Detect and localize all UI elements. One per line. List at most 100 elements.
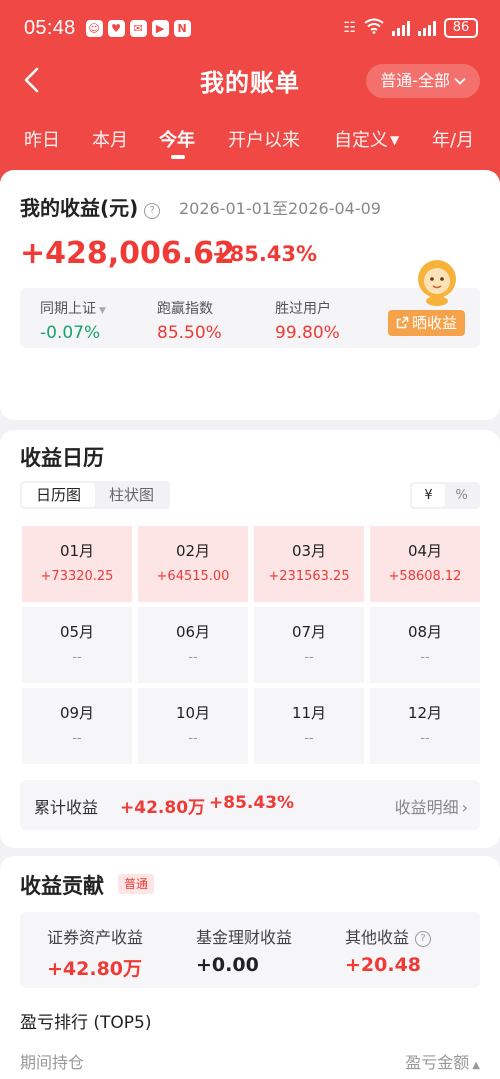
stat-sse-index[interactable]: 同期上证 ▼ -0.07% <box>40 298 106 343</box>
month-cell[interactable]: 03月 +231563.25 <box>254 526 364 602</box>
contrib-funds-label: 基金理财收益 <box>196 928 293 947</box>
chevron-right-icon: › <box>461 798 468 817</box>
month-cell[interactable]: 12月 -- <box>370 688 480 764</box>
stat-beat-index: 跑赢指数 85.50% <box>157 298 222 343</box>
sort-icon: ▲ <box>472 1060 480 1071</box>
vibrate-icon: ☷ <box>343 20 356 36</box>
wifi-icon <box>364 18 384 38</box>
benchmark-stats: 同期上证 ▼ -0.07% 跑赢指数 85.50% 胜过用户 99.80% 晒收益 <box>20 288 480 348</box>
help-icon[interactable]: ? <box>144 203 161 219</box>
view-calendar-tab[interactable]: 日历图 <box>22 483 95 507</box>
month-income: -- <box>304 650 314 665</box>
lion-mascot-icon <box>418 260 456 306</box>
wechat-icon: ✉ <box>129 19 147 37</box>
month-label: 10月 <box>175 704 211 722</box>
month-cell[interactable]: 07月 -- <box>254 607 364 683</box>
month-income: -- <box>188 650 198 665</box>
status-time: 05:48 <box>24 16 76 39</box>
ranking-title: 盈亏排行 (TOP5) <box>20 1013 152 1033</box>
view-bar-tab[interactable]: 柱状图 <box>95 483 168 507</box>
header: 05:48 ☺ ♥ ✉ ▶ N ☷ 86 我的账单 普通-全部 昨日 本月 今年… <box>0 0 500 185</box>
back-arrow-icon[interactable] <box>18 64 48 96</box>
ranking-col-amount-label: 盈亏金额 <box>405 1053 470 1072</box>
help-icon[interactable]: ? <box>415 931 432 947</box>
unit-yuan-tab[interactable]: ¥ <box>412 484 445 507</box>
month-label: 05月 <box>59 623 95 641</box>
caret-down-icon: ▼ <box>99 306 106 316</box>
nfc-icon: N <box>173 19 191 37</box>
month-cell[interactable]: 02月 +64515.00 <box>138 526 248 602</box>
income-title-text: 我的收益(元) <box>20 196 139 220</box>
tab-this-year[interactable]: 今年 <box>159 126 195 152</box>
account-filter-dropdown[interactable]: 普通-全部 <box>366 64 480 98</box>
contrib-other-label: 其他收益? <box>345 924 432 948</box>
caret-down-icon: ▼ <box>390 133 400 147</box>
notification-app-icon: ▶ <box>151 19 169 37</box>
cumulative-amount: +42.80万 <box>120 798 206 818</box>
account-type-badge: 普通 <box>118 874 155 894</box>
month-cell[interactable]: 01月 +73320.25 <box>22 526 132 602</box>
tab-since-opening[interactable]: 开户以来 <box>228 126 300 152</box>
contrib-other: 其他收益? +20.48 <box>345 924 432 976</box>
month-cell[interactable]: 10月 -- <box>138 688 248 764</box>
status-indicators: ☷ 86 <box>343 18 478 38</box>
cumulative-income-bar: 累计收益 +42.80万 +85.43% 收益明细 › <box>20 780 480 830</box>
month-income: +73320.25 <box>40 569 114 584</box>
month-cell[interactable]: 04月 +58608.12 <box>370 526 480 602</box>
date-range: 2026-01-01至2026-04-09 <box>179 199 381 218</box>
share-income-label: 晒收益 <box>411 314 457 332</box>
chevron-down-icon <box>454 77 466 85</box>
month-income: -- <box>72 650 82 665</box>
stat-beat-index-value: 85.50% <box>157 323 222 343</box>
notification-app-icon: ♥ <box>107 19 125 37</box>
contrib-other-value: +20.48 <box>345 954 422 976</box>
signal-icon <box>418 20 436 36</box>
contrib-other-label-text: 其他收益 <box>345 928 410 947</box>
period-tabs: 昨日 本月 今年 开户以来 自定义 ▼ 年/月 <box>0 118 500 164</box>
income-contribution-card: 收益贡献 普通 证券资产收益 +42.80万 基金理财收益 +0.00 其他收益… <box>0 856 500 1079</box>
stat-beat-users: 胜过用户 99.80% <box>275 298 340 343</box>
contribution-breakdown: 证券资产收益 +42.80万 基金理财收益 +0.00 其他收益? +20.48 <box>20 912 480 988</box>
tab-custom[interactable]: 自定义 ▼ <box>334 126 399 152</box>
signal-icon <box>392 20 410 36</box>
account-filter-label: 普通-全部 <box>380 71 450 90</box>
cumulative-label: 累计收益 <box>34 798 99 817</box>
stat-beat-users-value: 99.80% <box>275 323 340 343</box>
contrib-funds-value: +0.00 <box>196 954 259 976</box>
income-calendar-card: 收益日历 日历图 柱状图 ¥ % 01月 +73320.25 02月 +64515.0… <box>0 430 500 848</box>
month-label: 12月 <box>407 704 443 722</box>
status-app-icons: ☺ ♥ ✉ ▶ N <box>85 19 191 37</box>
month-cell[interactable]: 09月 -- <box>22 688 132 764</box>
month-label: 11月 <box>291 704 327 722</box>
month-income: -- <box>420 731 430 746</box>
cumulative-rate: +85.43% <box>209 793 295 813</box>
tab-year-month[interactable]: 年/月 <box>432 126 474 152</box>
month-label: 03月 <box>291 542 327 560</box>
income-detail-link[interactable]: 收益明细 › <box>395 794 468 818</box>
month-income: +64515.00 <box>156 569 230 584</box>
tab-yesterday[interactable]: 昨日 <box>24 126 60 152</box>
share-income-button[interactable]: 晒收益 <box>387 310 465 336</box>
month-label: 04月 <box>407 542 443 560</box>
contrib-securities-value: +42.80万 <box>47 958 143 980</box>
contrib-securities: 证券资产收益 +42.80万 <box>47 924 143 981</box>
month-income: -- <box>72 731 82 746</box>
tab-this-month[interactable]: 本月 <box>92 126 128 152</box>
month-cell[interactable]: 08月 -- <box>370 607 480 683</box>
month-cell[interactable]: 11月 -- <box>254 688 364 764</box>
stat-beat-users-label: 胜过用户 <box>275 301 331 317</box>
status-bar: 05:48 ☺ ♥ ✉ ▶ N ☷ 86 <box>0 0 500 56</box>
month-label: 08月 <box>407 623 443 641</box>
total-income-rate: +85.43% <box>212 242 318 266</box>
unit-toggle: ¥ % <box>410 482 480 509</box>
month-label: 06月 <box>175 623 211 641</box>
ranking-col-amount[interactable]: 盈亏金额 ▲ <box>405 1049 480 1073</box>
tab-custom-label: 自定义 <box>334 130 388 151</box>
month-cell[interactable]: 05月 -- <box>22 607 132 683</box>
stat-beat-index-label: 跑赢指数 <box>157 301 213 317</box>
month-cell[interactable]: 06月 -- <box>138 607 248 683</box>
stat-sse-label: 同期上证 ▼ <box>40 298 106 318</box>
total-income-amount: +428,006.62 <box>20 236 235 271</box>
unit-percent-tab[interactable]: % <box>445 484 478 507</box>
month-income: -- <box>304 731 314 746</box>
